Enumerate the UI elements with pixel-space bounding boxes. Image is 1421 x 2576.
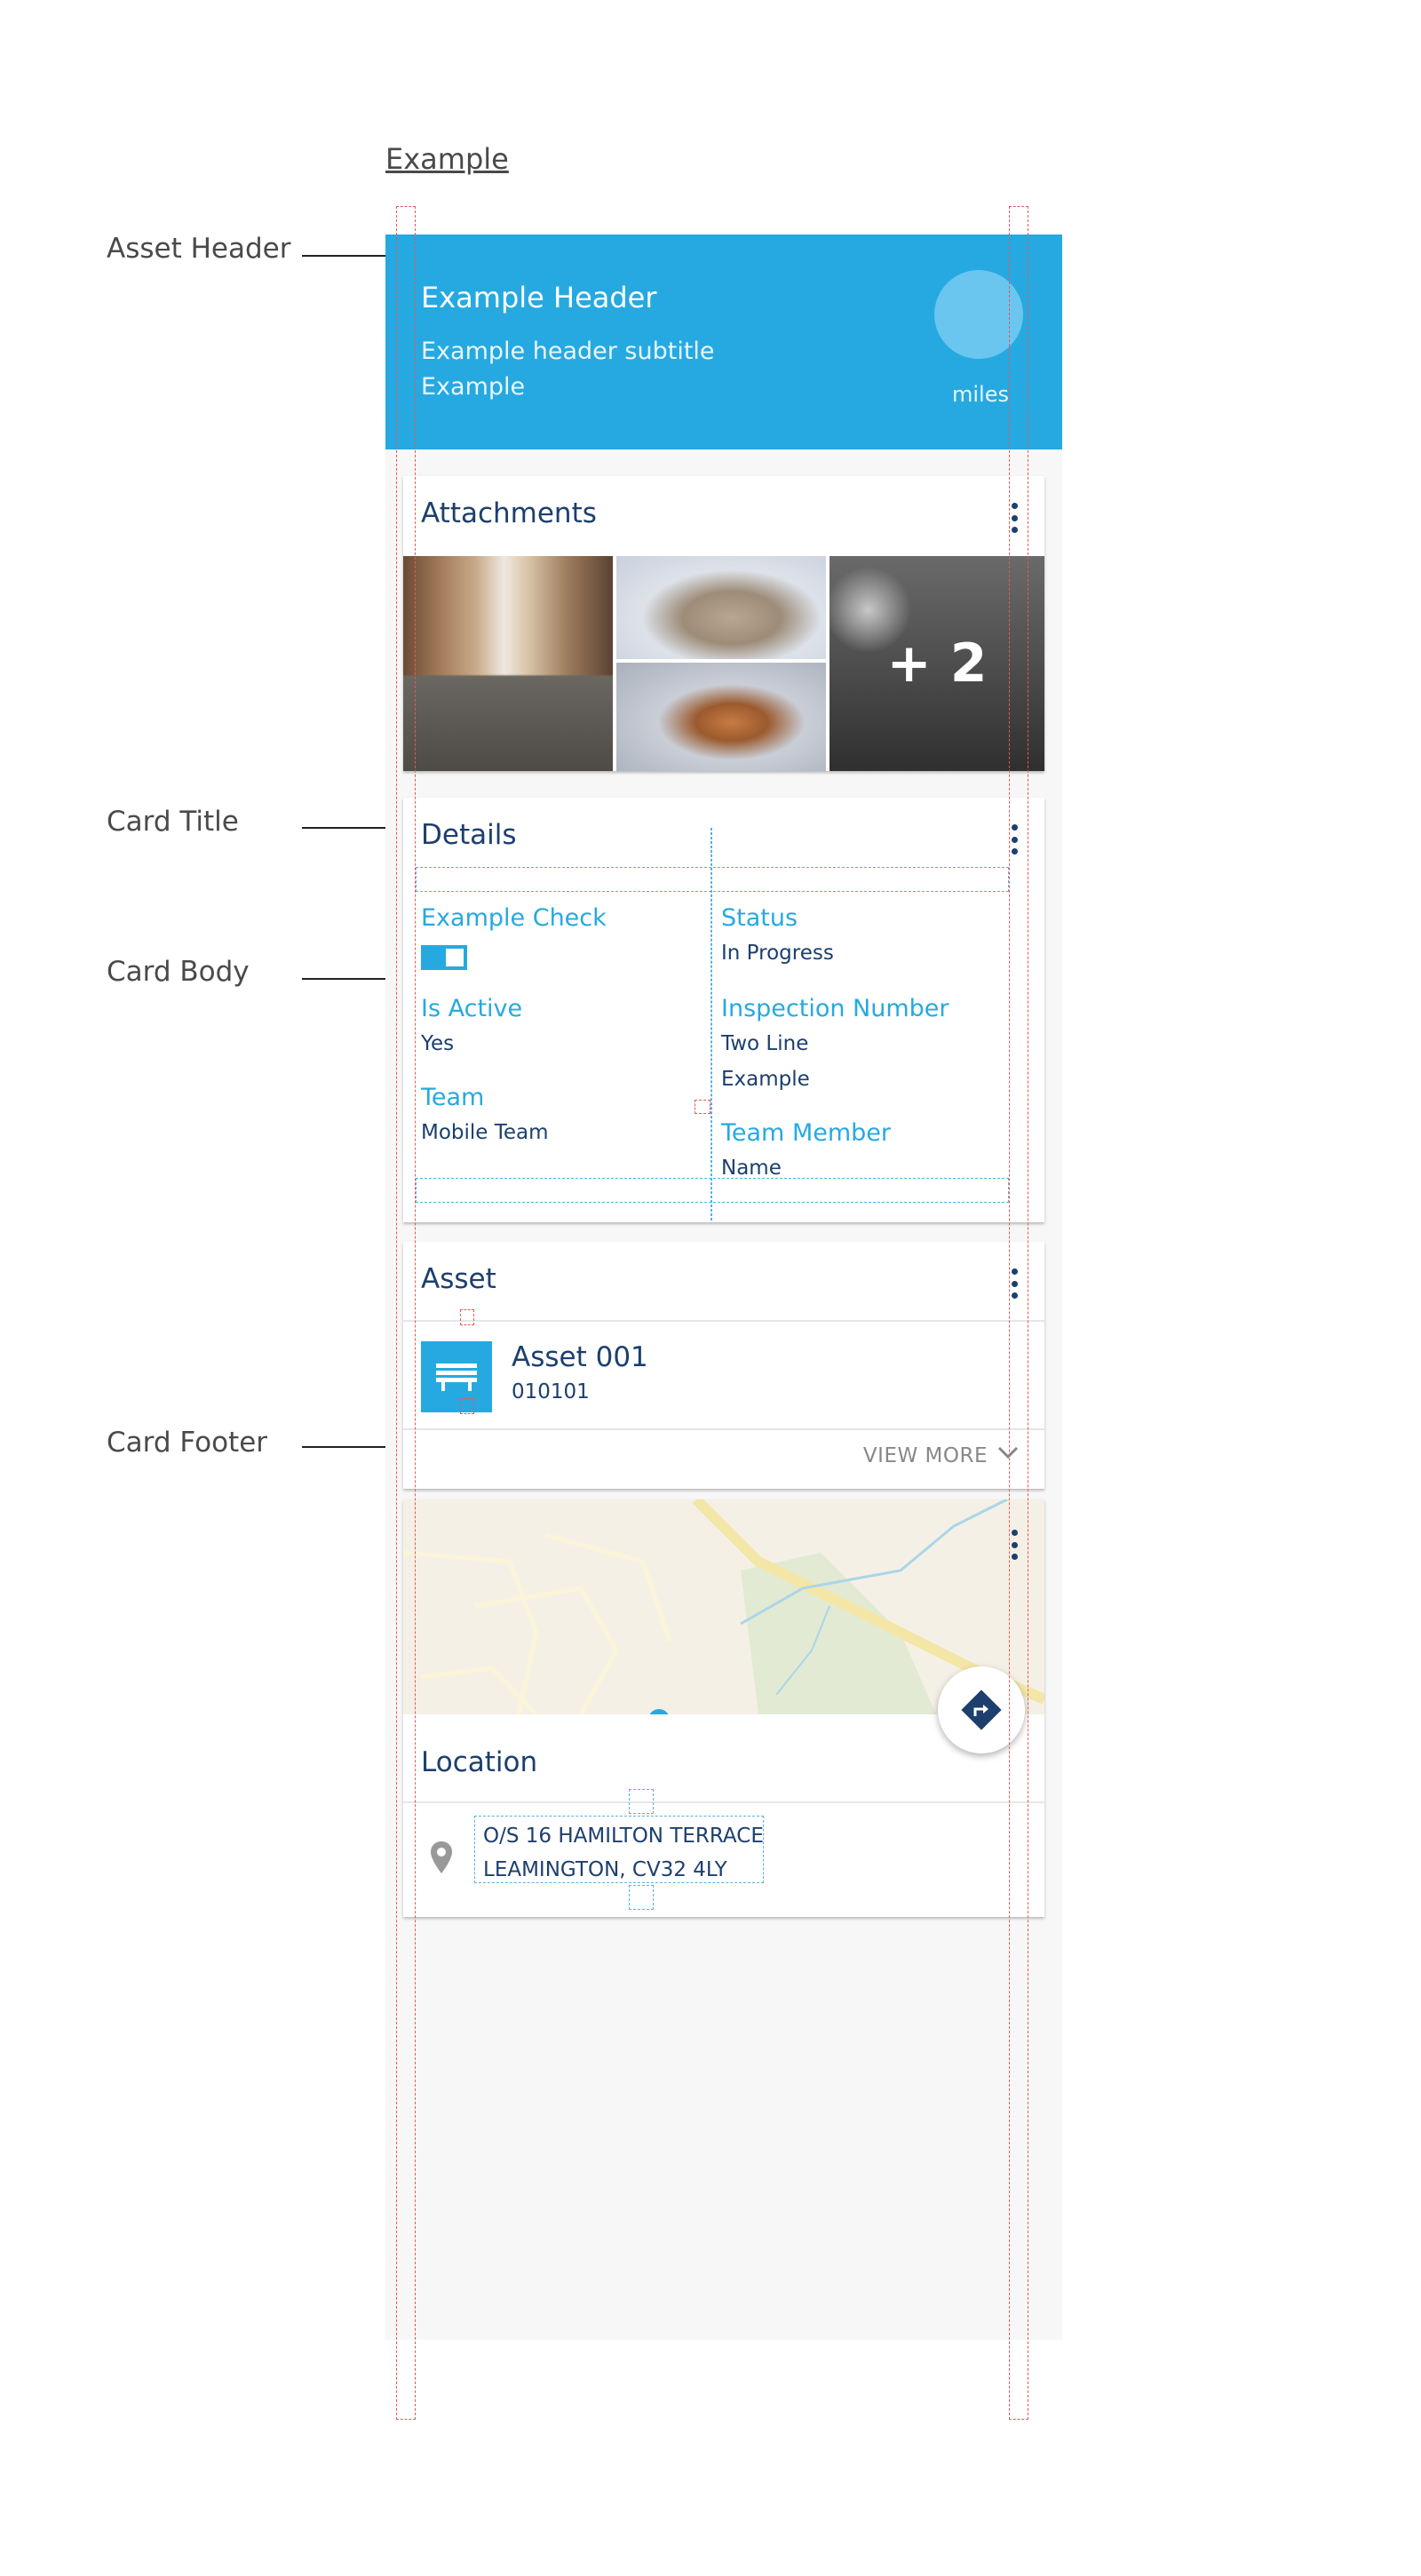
location-card: Location O/S 16 HAMILTON TERRACE LEAMING…: [403, 1499, 1044, 1917]
annotation-card-title: Card Title: [107, 806, 239, 838]
kebab-icon[interactable]: [1011, 824, 1018, 855]
location-pin-icon: [431, 1841, 452, 1873]
location-title: Location: [421, 1746, 538, 1778]
attachment-thumbnail-street[interactable]: [403, 556, 613, 771]
asset-id: 010101: [512, 1380, 590, 1403]
attachments-title: Attachments: [421, 497, 597, 529]
header-distance-circle: [934, 270, 1023, 359]
details-card: Details Example Check Status In Progress…: [403, 798, 1044, 1222]
attachment-thumbnail-cat[interactable]: [616, 663, 826, 771]
chevron-down-icon[interactable]: [995, 1439, 1021, 1466]
annotation-card-body: Card Body: [107, 956, 250, 988]
address-line-1: O/S 16 HAMILTON TERRACE: [483, 1825, 764, 1848]
field-value-inspection-number: Two Line: [721, 1032, 809, 1055]
asset-card: Asset Asset 001 010101 VIEW MORE: [403, 1242, 1044, 1489]
kebab-icon[interactable]: [1011, 1268, 1018, 1299]
header-subtitle: Example header subtitle: [421, 338, 715, 365]
divider: [403, 1428, 1044, 1430]
divider: [403, 1801, 1044, 1803]
field-label-team: Team: [421, 1084, 485, 1111]
example-title: Example: [385, 142, 509, 176]
annotation-asset-header: Asset Header: [107, 233, 291, 265]
field-label-status: Status: [721, 904, 798, 932]
field-label-team-member: Team Member: [721, 1119, 892, 1147]
annotation-card-footer: Card Footer: [107, 1427, 268, 1459]
divider: [403, 1320, 1044, 1322]
details-title: Details: [421, 819, 517, 851]
field-label-is-active: Is Active: [421, 995, 523, 1022]
asset-header: Example Header Example header subtitle E…: [385, 235, 1062, 449]
mobile-screen: Example Header Example header subtitle E…: [385, 235, 1062, 2340]
header-title: Example Header: [421, 281, 657, 314]
example-check-toggle[interactable]: [421, 945, 467, 970]
field-value-team: Mobile Team: [421, 1121, 549, 1144]
attachments-card: Attachments + 2: [403, 476, 1044, 771]
address-line-2: LEAMINGTON, CV32 4LY: [483, 1858, 727, 1881]
field-value-status: In Progress: [721, 942, 834, 965]
field-label-inspection-number: Inspection Number: [721, 995, 949, 1022]
attachment-thumbnail-snow[interactable]: [616, 556, 826, 659]
bench-icon: [421, 1341, 492, 1412]
directions-button[interactable]: [938, 1666, 1025, 1753]
header-miles-label: miles: [952, 382, 1009, 407]
field-value-inspection-number-line2: Example: [721, 1068, 810, 1091]
kebab-icon[interactable]: [1011, 503, 1018, 533]
asset-name[interactable]: Asset 001: [512, 1341, 648, 1373]
header-subtitle-line2: Example: [421, 373, 526, 401]
more-attachments-count: + 2: [886, 632, 988, 695]
asset-title: Asset: [421, 1263, 496, 1295]
field-value-team-member: Name: [721, 1157, 782, 1180]
directions-icon: [961, 1690, 1002, 1730]
field-label-example-check: Example Check: [421, 904, 607, 932]
kebab-icon[interactable]: [1011, 1530, 1018, 1560]
attachment-thumbnail-more[interactable]: + 2: [830, 556, 1044, 771]
field-value-is-active: Yes: [421, 1032, 455, 1055]
view-more-button[interactable]: VIEW MORE: [863, 1444, 988, 1467]
